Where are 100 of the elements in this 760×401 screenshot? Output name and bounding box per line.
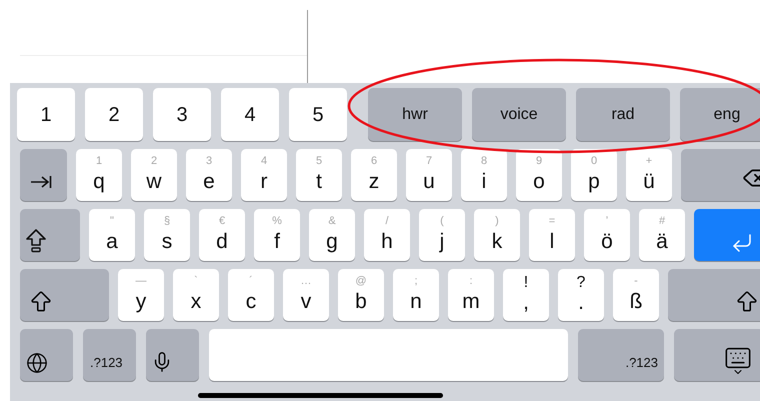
microphone-key[interactable] [146,329,199,381]
letter-key[interactable]: % f [254,209,300,261]
letter-key[interactable]: € d [199,209,245,261]
letter-key[interactable]: 1 q [76,149,122,201]
letter-key[interactable]: ` x [173,269,219,321]
key-letter: ü [643,169,655,195]
letter-key[interactable]: @ b [338,269,384,321]
letter-key[interactable]: ! , [503,269,549,321]
letter-key[interactable]: + ü [626,149,672,201]
letter-key[interactable]: 8 i [461,149,507,201]
number-key[interactable]: 2 [85,88,143,141]
key-letter: r [260,169,268,195]
numbers-key[interactable]: .?123 [83,329,136,381]
letter-key[interactable]: & g [309,209,355,261]
key-letter: d [216,229,228,255]
globe-key[interactable] [20,329,73,381]
key-letter: i [482,169,486,195]
letter-key[interactable]: / h [364,209,410,261]
number-key[interactable]: 3 [153,88,211,141]
letter-key[interactable]: ( j [419,209,465,261]
key-alt-symbol: - [634,274,638,288]
letter-key[interactable]: ; n [393,269,439,321]
letter-key[interactable]: — y [118,269,164,321]
key-alt-symbol: ) [495,214,499,228]
key-letter: o [533,169,545,195]
key-alt-symbol: " [110,214,114,228]
key-alt-symbol: = [548,214,556,228]
key-letter: y [136,289,146,315]
letter-key[interactable]: 4 r [241,149,287,201]
letter-key[interactable]: ´ c [228,269,274,321]
key-alt-symbol: ´ [249,274,253,288]
letter-key[interactable]: " a [89,209,135,261]
key-letter: q [93,169,105,195]
backspace-key[interactable] [681,149,760,201]
key-alt-symbol: § [164,214,170,228]
caps-lock-icon [26,229,46,253]
letter-key[interactable]: 0 p [571,149,617,201]
suggestion-key[interactable]: voice [472,88,566,141]
letter-key[interactable]: 7 u [406,149,452,201]
hide-keyboard-key[interactable] [674,329,760,381]
key-alt-symbol: 8 [480,154,488,168]
key-alt-symbol: 7 [426,154,432,168]
key-alt-symbol: ? [576,274,586,292]
key-alt-symbol: … [300,274,312,288]
number-key[interactable]: 1 [17,88,75,141]
letter-key[interactable]: : m [448,269,494,321]
tab-key[interactable] [20,149,67,201]
suggestion-key[interactable]: eng [680,88,760,141]
suggestion-key[interactable]: rad [576,88,670,141]
key-alt-symbol: # [658,214,666,228]
key-alt-symbol: — [136,274,146,288]
key-alt-symbol: @ [355,274,367,288]
key-alt-symbol: 9 [536,154,542,168]
suggestion-key[interactable]: hwr [368,88,462,141]
key-letter: s [162,229,172,255]
letter-key[interactable]: 3 e [186,149,232,201]
key-letter: z [368,169,380,195]
letter-key[interactable]: 5 t [296,149,342,201]
key-letter: ö [601,229,613,255]
letter-key[interactable]: 9 o [516,149,562,201]
caps-lock-key[interactable] [20,209,80,261]
key-alt-symbol: ( [440,214,444,228]
key-alt-symbol: & [328,214,336,228]
key-letter: b [355,289,367,315]
number-key[interactable]: 4 [221,88,279,141]
key-alt-symbol: ! [524,274,528,292]
letter-key[interactable]: - ß [613,269,659,321]
tab-icon [30,175,52,189]
key-letter: n [410,289,422,315]
letter-key[interactable]: 2 w [131,149,177,201]
key-alt-symbol: 3 [206,154,212,168]
key-letter: c [246,289,256,315]
key-alt-symbol: 6 [370,154,378,168]
key-alt-symbol: + [646,154,652,168]
letter-key[interactable]: … v [283,269,329,321]
letter-key[interactable]: § s [144,209,190,261]
globe-icon [26,352,48,374]
numbers-key[interactable]: .?123 [578,329,664,381]
letter-key[interactable]: ) k [474,209,520,261]
letter-key[interactable]: # ä [639,209,685,261]
letter-key[interactable]: ’ ö [584,209,630,261]
letter-key[interactable]: ? . [558,269,604,321]
key-alt-symbol: 4 [260,154,268,168]
key-alt-symbol: 1 [96,154,102,168]
key-letter: m [462,289,480,315]
letter-key[interactable]: = l [529,209,575,261]
key-alt-symbol: ` [194,274,198,288]
key-letter: e [203,169,215,195]
key-letter: l [550,229,554,255]
key-letter: x [190,289,202,315]
key-alt-symbol: ; [414,274,418,288]
key-letter: a [106,229,118,255]
letter-key[interactable]: 6 z [351,149,397,201]
key-alt-symbol: 5 [316,154,322,168]
key-letter: k [492,229,502,255]
number-key[interactable]: 5 [289,88,347,141]
key-letter: , [523,292,529,314]
key-letter: j [440,229,444,255]
key-alt-symbol: € [218,214,226,228]
key-letter: u [423,169,435,195]
